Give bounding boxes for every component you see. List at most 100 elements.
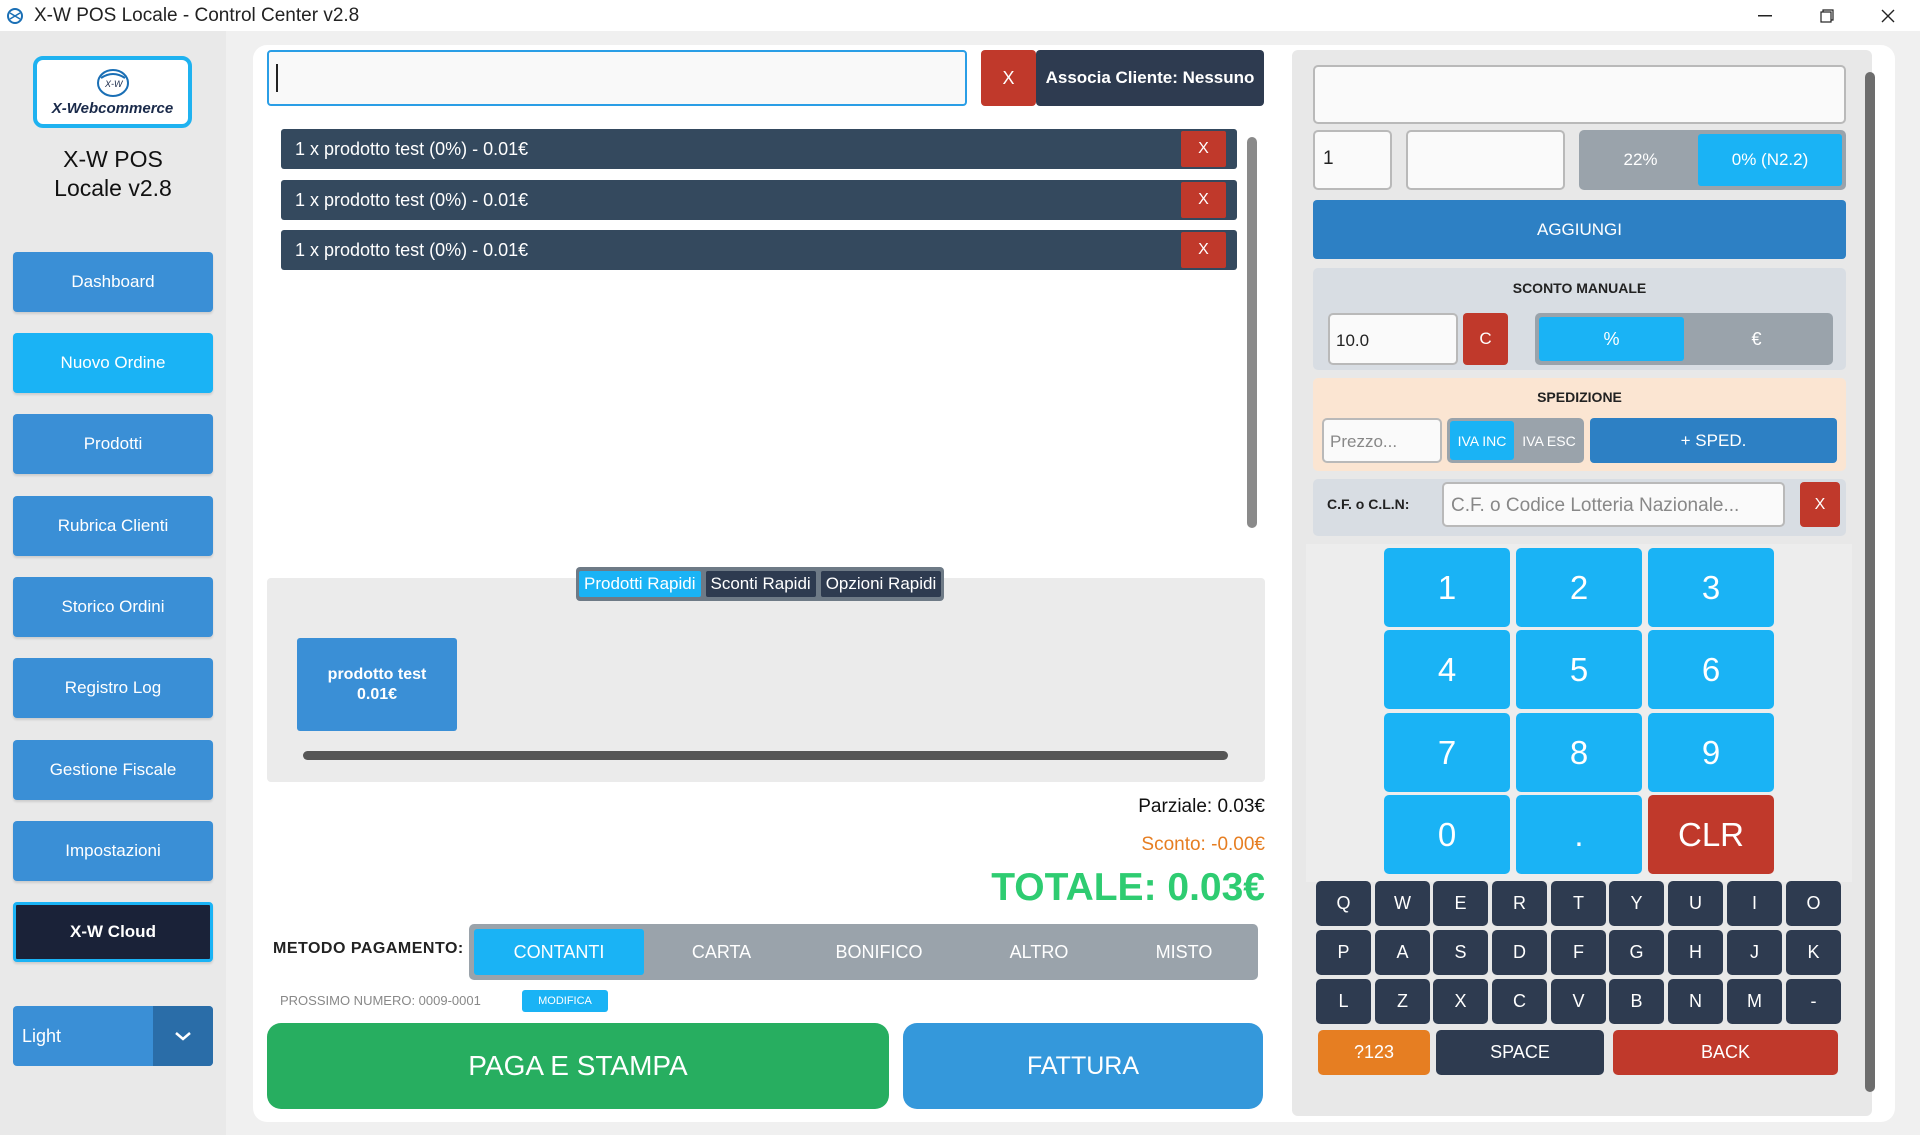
discount-input[interactable]: 10.0 [1328,313,1458,365]
key-s[interactable]: S [1433,930,1488,975]
shipping-price-input[interactable]: Prezzo... [1322,418,1442,463]
key-m[interactable]: M [1727,979,1782,1024]
key-f[interactable]: F [1551,930,1606,975]
key-d[interactable]: D [1492,930,1547,975]
numpad-key-5[interactable]: 5 [1516,630,1642,709]
key-x[interactable]: X [1433,979,1488,1024]
key-t[interactable]: T [1551,881,1606,926]
remove-item-button[interactable]: X [1181,182,1226,218]
key-dash[interactable]: - [1786,979,1841,1024]
product-search-input[interactable] [267,50,967,106]
quick-tabs: Prodotti Rapidi Sconti Rapidi Opzioni Ra… [576,567,945,601]
minimize-icon[interactable] [1735,0,1795,31]
clear-fiscal-code-button[interactable]: X [1800,482,1840,527]
key-u[interactable]: U [1668,881,1723,926]
clear-discount-button[interactable]: C [1463,313,1508,365]
key-z[interactable]: Z [1375,979,1430,1024]
payment-method-label: METODO PAGAMENTO: [273,940,464,957]
theme-select[interactable]: Light [13,1006,213,1066]
key-h[interactable]: H [1668,930,1723,975]
numpad-key-dot[interactable]: . [1516,795,1642,874]
key-b[interactable]: B [1609,979,1664,1024]
invoice-button[interactable]: FATTURA [903,1023,1263,1109]
iva-esc-option[interactable]: IVA ESC [1517,421,1581,460]
sidebar-item-nuovo-ordine[interactable]: Nuovo Ordine [13,333,213,393]
clear-search-button[interactable]: X [981,50,1036,106]
key-c[interactable]: C [1492,979,1547,1024]
numpad-key-8[interactable]: 8 [1516,713,1642,792]
vat-option-0[interactable]: 0% (N2.2) [1698,134,1842,186]
key-backspace[interactable]: BACK [1613,1030,1838,1075]
payment-misto[interactable]: MISTO [1119,929,1249,975]
restore-icon[interactable] [1797,0,1857,31]
key-q[interactable]: Q [1316,881,1371,926]
numpad-key-4[interactable]: 4 [1384,630,1510,709]
remove-item-button[interactable]: X [1181,232,1226,268]
remove-item-button[interactable]: X [1181,131,1226,167]
payment-altro[interactable]: ALTRO [959,929,1119,975]
discount-total: Sconto: -0.00€ [1141,834,1265,855]
quick-scrollbar[interactable] [303,751,1228,760]
add-button[interactable]: AGGIUNGI [1313,200,1846,259]
payment-bonifico[interactable]: BONIFICO [799,929,959,975]
key-w[interactable]: W [1375,881,1430,926]
key-y[interactable]: Y [1609,881,1664,926]
tab-prodotti-rapidi[interactable]: Prodotti Rapidi [579,571,701,597]
sidebar-item-dashboard[interactable]: Dashboard [13,252,213,312]
sidebar-item-xw-cloud[interactable]: X-W Cloud [13,902,213,962]
iva-inc-option[interactable]: IVA INC [1450,421,1514,460]
entry-scrollbar[interactable] [1865,72,1875,1092]
payment-carta[interactable]: CARTA [644,929,799,975]
key-numbers-toggle[interactable]: ?123 [1318,1030,1430,1075]
key-e[interactable]: E [1433,881,1488,926]
numpad-key-2[interactable]: 2 [1516,548,1642,627]
numpad-key-1[interactable]: 1 [1384,548,1510,627]
sidebar-item-impostazioni[interactable]: Impostazioni [13,821,213,881]
numpad-key-6[interactable]: 6 [1648,630,1774,709]
numpad-key-9[interactable]: 9 [1648,713,1774,792]
key-n[interactable]: N [1668,979,1723,1024]
key-j[interactable]: J [1727,930,1782,975]
numpad-key-7[interactable]: 7 [1384,713,1510,792]
tab-opzioni-rapidi[interactable]: Opzioni Rapidi [820,571,942,597]
numpad-key-0[interactable]: 0 [1384,795,1510,874]
sidebar-item-gestione-fiscale[interactable]: Gestione Fiscale [13,740,213,800]
fiscal-code-input[interactable]: C.F. o Codice Lotteria Nazionale... [1442,482,1785,527]
key-k[interactable]: K [1786,930,1841,975]
key-g[interactable]: G [1609,930,1664,975]
cart-item: 1 x prodotto test (0%) - 0.01€ X [281,180,1237,220]
key-r[interactable]: R [1492,881,1547,926]
vat-option-22[interactable]: 22% [1583,134,1698,186]
associate-client-button[interactable]: Associa Cliente: Nessuno [1036,50,1264,106]
discount-percent-option[interactable]: % [1539,317,1684,361]
sidebar-item-rubrica-clienti[interactable]: Rubrica Clienti [13,496,213,556]
key-l[interactable]: L [1316,979,1371,1024]
pay-and-print-button[interactable]: PAGA E STAMPA [267,1023,889,1109]
numpad-clear-button[interactable]: CLR [1648,795,1774,874]
add-shipping-button[interactable]: + SPED. [1590,418,1837,463]
numpad-key-3[interactable]: 3 [1648,548,1774,627]
entry-display-input[interactable] [1313,65,1846,124]
theme-select-value: Light [22,1025,62,1046]
key-v[interactable]: V [1551,979,1606,1024]
close-icon[interactable] [1858,0,1918,31]
sidebar-item-storico-ordini[interactable]: Storico Ordini [13,577,213,637]
quick-product-button[interactable]: prodotto test 0.01€ [297,638,457,731]
price-input[interactable] [1406,130,1565,190]
cart-item-text: 1 x prodotto test (0%) - 0.01€ [295,138,529,159]
key-a[interactable]: A [1375,930,1430,975]
sidebar-item-prodotti[interactable]: Prodotti [13,414,213,474]
discount-euro-option[interactable]: € [1684,317,1829,361]
payment-contanti[interactable]: CONTANTI [474,929,644,975]
sidebar-item-registro-log[interactable]: Registro Log [13,658,213,718]
edit-number-button[interactable]: MODIFICA [522,990,608,1012]
cart-item: 1 x prodotto test (0%) - 0.01€ X [281,230,1237,270]
tab-sconti-rapidi[interactable]: Sconti Rapidi [705,571,816,597]
key-o[interactable]: O [1786,881,1841,926]
quantity-input[interactable]: 1 [1313,130,1392,190]
key-i[interactable]: I [1727,881,1782,926]
key-p[interactable]: P [1316,930,1371,975]
key-space[interactable]: SPACE [1436,1030,1604,1075]
cart-scrollbar[interactable] [1247,137,1257,528]
fiscal-code-label: C.F. o C.L.N: [1327,496,1410,512]
